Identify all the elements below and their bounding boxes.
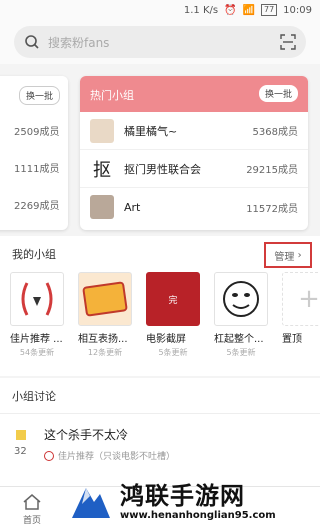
clock: 10:09 bbox=[283, 4, 312, 16]
manage-button[interactable]: 管理 › bbox=[264, 242, 312, 268]
discussion-section: 小组讨论 32 这个杀手不太冷 佳片推荐（只谈电影不吐槽） bbox=[0, 378, 320, 486]
group-thumbnail bbox=[214, 272, 268, 326]
list-item[interactable]: 橘里橘气~ 5368成员 bbox=[80, 112, 308, 150]
refresh-button[interactable]: 换一批 bbox=[258, 85, 298, 102]
group-tile[interactable]: 相互表扬... 12条更新 bbox=[78, 272, 132, 358]
prev-group-card[interactable]: 换一批 2509成员 1111成员 2269成员 bbox=[0, 76, 68, 230]
thumbnail-badge: 完 bbox=[168, 295, 178, 306]
member-count: 11572成员 bbox=[246, 203, 298, 215]
refresh-button[interactable]: 换一批 bbox=[18, 86, 60, 105]
home-icon bbox=[23, 494, 41, 510]
post-title: 这个杀手不太冷 bbox=[44, 428, 129, 442]
card-title: 热门小组 bbox=[90, 89, 134, 102]
watermark-logo-icon bbox=[72, 488, 110, 518]
group-tile[interactable]: 杠起整个... 5条更新 bbox=[214, 272, 268, 358]
group-thumbnail bbox=[78, 272, 132, 326]
list-item[interactable]: 2269成员 bbox=[0, 186, 68, 223]
my-groups-section: 我的小组 管理 › 佳片推荐 ... 54条更新 相互表扬... 12条更新 完… bbox=[0, 236, 320, 376]
list-item[interactable]: 2509成员 bbox=[0, 112, 68, 149]
tab-home[interactable]: 首页 bbox=[14, 493, 50, 526]
scan-icon[interactable] bbox=[280, 34, 296, 50]
watermark-overlay: 鸿联手游网 www.henanhonglian95.com bbox=[60, 472, 320, 530]
group-name: 橘里橘气~ bbox=[124, 124, 178, 138]
bracket-logo-icon bbox=[21, 282, 53, 316]
hot-groups-card: 热门小组 换一批 橘里橘气~ 5368成员 抠 抠门男性联合会 29215成员 … bbox=[80, 76, 308, 230]
chevron-right-icon: › bbox=[294, 249, 302, 261]
member-count: 5368成员 bbox=[252, 127, 298, 138]
section-title: 小组讨论 bbox=[12, 389, 56, 403]
group-tile[interactable]: 佳片推荐 ... 54条更新 bbox=[10, 272, 64, 358]
flag-icon bbox=[16, 430, 26, 440]
group-avatar: 抠 bbox=[90, 156, 114, 181]
watermark-url: www.henanhonglian95.com bbox=[120, 510, 276, 521]
pin-tile[interactable]: + 置顶 bbox=[282, 272, 320, 358]
reply-count: 32 bbox=[14, 446, 27, 457]
group-thumbnail: 完 bbox=[146, 272, 200, 326]
member-count: 29215成员 bbox=[246, 165, 298, 176]
list-item[interactable]: 1111成员 bbox=[0, 149, 68, 186]
meme-face-icon bbox=[223, 281, 259, 317]
list-item[interactable]: Art 11572成员 bbox=[80, 188, 308, 226]
group-cards-carousel[interactable]: 换一批 2509成员 1111成员 2269成员 热门小组 换一批 橘里橘气~ … bbox=[0, 76, 320, 236]
post-group: 佳片推荐（只谈电影不吐槽） bbox=[58, 452, 176, 462]
status-bar: 1.1 K/s ⏰ 📶 77 10:09 bbox=[0, 0, 320, 20]
list-item[interactable]: 抠 抠门男性联合会 29215成员 bbox=[80, 150, 308, 188]
search-bar: 搜索粉fans bbox=[0, 20, 320, 64]
group-tile[interactable]: 完 电影截屏 5条更新 bbox=[146, 272, 200, 358]
search-icon bbox=[25, 35, 39, 49]
discussion-post[interactable]: 32 这个杀手不太冷 佳片推荐（只谈电影不吐槽） bbox=[0, 414, 320, 462]
alarm-icon: ⏰ bbox=[224, 4, 237, 16]
group-avatar bbox=[90, 195, 114, 219]
group-name: Art bbox=[124, 200, 141, 214]
add-icon: + bbox=[282, 272, 320, 326]
group-thumbnail bbox=[10, 272, 64, 326]
search-input[interactable]: 搜索粉fans bbox=[14, 26, 306, 58]
watermark-title: 鸿联手游网 bbox=[120, 482, 245, 510]
network-speed: 1.1 K/s bbox=[183, 4, 219, 16]
wifi-icon: 📶 bbox=[242, 4, 255, 16]
search-placeholder: 搜索粉fans bbox=[48, 35, 110, 50]
battery-icon: 77 bbox=[260, 4, 278, 16]
group-logo-icon bbox=[44, 450, 54, 461]
section-title: 我的小组 bbox=[12, 248, 56, 261]
group-avatar bbox=[90, 118, 114, 143]
group-name: 抠门男性联合会 bbox=[124, 162, 201, 176]
